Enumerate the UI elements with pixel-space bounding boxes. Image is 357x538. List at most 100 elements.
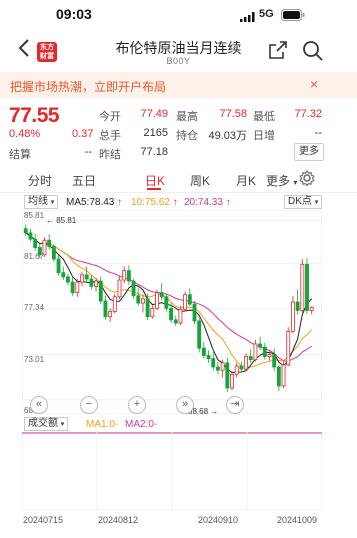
network-label: 5G [259, 8, 274, 20]
candle [244, 356, 248, 370]
candle [230, 373, 234, 389]
field-value-low: 77.32 [294, 108, 322, 120]
field-label: 持仓 [176, 130, 198, 142]
candle [136, 295, 141, 304]
candle [248, 356, 253, 361]
reset-button[interactable]: ⇥ [226, 396, 244, 414]
candle [94, 280, 98, 287]
signal-icon [240, 9, 256, 27]
chevron-down-icon: ▾ [50, 199, 55, 206]
x-tick: 20240715 [23, 515, 64, 525]
dk-selector-label: DK点 [288, 196, 312, 207]
chevron-down-icon: ▾ [293, 178, 298, 187]
scroll-left-button[interactable]: « [30, 396, 48, 414]
status-time: 09:03 [56, 6, 92, 22]
candle [80, 274, 84, 283]
arrow-up-icon: ↑ [225, 197, 231, 208]
search-icon[interactable] [302, 40, 324, 62]
candle [103, 300, 108, 318]
candle [98, 280, 103, 302]
y-tick: 85.81 [24, 211, 45, 220]
candle [206, 355, 211, 360]
candle [159, 292, 164, 298]
gear-icon[interactable] [299, 170, 315, 187]
tab-monthly-k[interactable]: 月K [236, 172, 256, 189]
tab-weekly-k[interactable]: 周K [190, 172, 210, 189]
field-value-open-interest: 49.03万 [208, 130, 247, 142]
field-value-open: 77.49 [140, 108, 168, 120]
tab-more-label: 更多 [266, 174, 291, 188]
tab-timeshare[interactable]: 分时 [28, 172, 52, 189]
x-tick: 20241009 [277, 515, 318, 525]
field-label: 昨结 [99, 149, 121, 161]
candle [239, 365, 244, 370]
ma10-value: 10:75.62 [131, 197, 170, 208]
candle [234, 365, 239, 375]
share-icon[interactable] [268, 40, 288, 60]
candle [276, 366, 281, 387]
field-label: 总手 [99, 130, 121, 142]
candle [89, 278, 94, 287]
candle [28, 232, 33, 240]
high-marker: ← 85.81 [46, 216, 77, 225]
field-label: 最高 [176, 111, 198, 123]
candle [84, 274, 89, 280]
candle [23, 228, 28, 234]
candle [253, 343, 258, 361]
field-value-daily-change: -- [314, 127, 322, 139]
scroll-right-button[interactable]: » [176, 396, 194, 414]
candle [47, 239, 52, 247]
battery-icon [281, 8, 305, 26]
zoom-out-button[interactable]: − [80, 396, 98, 414]
candle [192, 303, 197, 322]
arrow-up-icon: ↑ [172, 197, 178, 208]
candle [281, 364, 286, 387]
ma20-label: 20:74.33 ↑ [184, 197, 231, 208]
vol-ma1-label: MA1:0- [86, 419, 119, 430]
candle [272, 354, 277, 368]
volume-selector-label: 成交额 [28, 418, 58, 429]
candle [295, 301, 300, 311]
active-tab-indicator [147, 188, 161, 190]
candle [75, 281, 80, 294]
candle [267, 354, 272, 357]
tab-daily-k[interactable]: 日K [145, 172, 165, 189]
y-tick: 73.01 [24, 355, 45, 364]
candle [117, 279, 122, 298]
arrow-up-icon: ↑ [117, 197, 123, 208]
volume-selector[interactable]: 成交额 ▾ [24, 417, 69, 431]
tab-more[interactable]: 更多 ▾ [266, 172, 297, 189]
dk-selector[interactable]: DK点 ▾ [284, 195, 323, 209]
chevron-down-icon: ▾ [314, 199, 319, 206]
close-icon[interactable]: × [310, 76, 318, 92]
candle [126, 270, 131, 282]
candle [122, 270, 127, 281]
x-tick: 20240812 [98, 515, 139, 525]
field-label: 最低 [253, 111, 275, 123]
volume-panel[interactable] [22, 432, 322, 510]
candle [291, 301, 295, 332]
tab-five-day[interactable]: 五日 [72, 172, 96, 189]
field-label: 结算 [9, 149, 31, 161]
field-label: 今开 [99, 111, 121, 123]
candle [56, 258, 61, 274]
candle [225, 362, 230, 389]
candle [211, 358, 216, 368]
candle [309, 306, 314, 311]
zoom-in-button[interactable]: + [128, 396, 146, 414]
candle [286, 330, 291, 366]
promo-banner-text[interactable]: 把握市场热潮，立即开户布局 [10, 78, 166, 95]
more-button[interactable]: 更多 [294, 143, 324, 161]
candle [216, 366, 220, 371]
field-value-prev-settle: 77.18 [140, 146, 168, 158]
candle [262, 346, 267, 357]
high-marker-value: 85.81 [56, 216, 77, 225]
ma5-label: MA5:78.43 ↑ [66, 197, 122, 208]
ma-selector[interactable]: 均线 ▾ [24, 195, 59, 209]
candlestick-chart[interactable] [22, 210, 322, 414]
ma5-value: MA5:78.43 [66, 197, 115, 208]
candle [183, 294, 188, 310]
vol-ma2-label: MA2:0- [125, 419, 158, 430]
field-label: 日增 [253, 130, 275, 142]
candle [305, 263, 309, 311]
